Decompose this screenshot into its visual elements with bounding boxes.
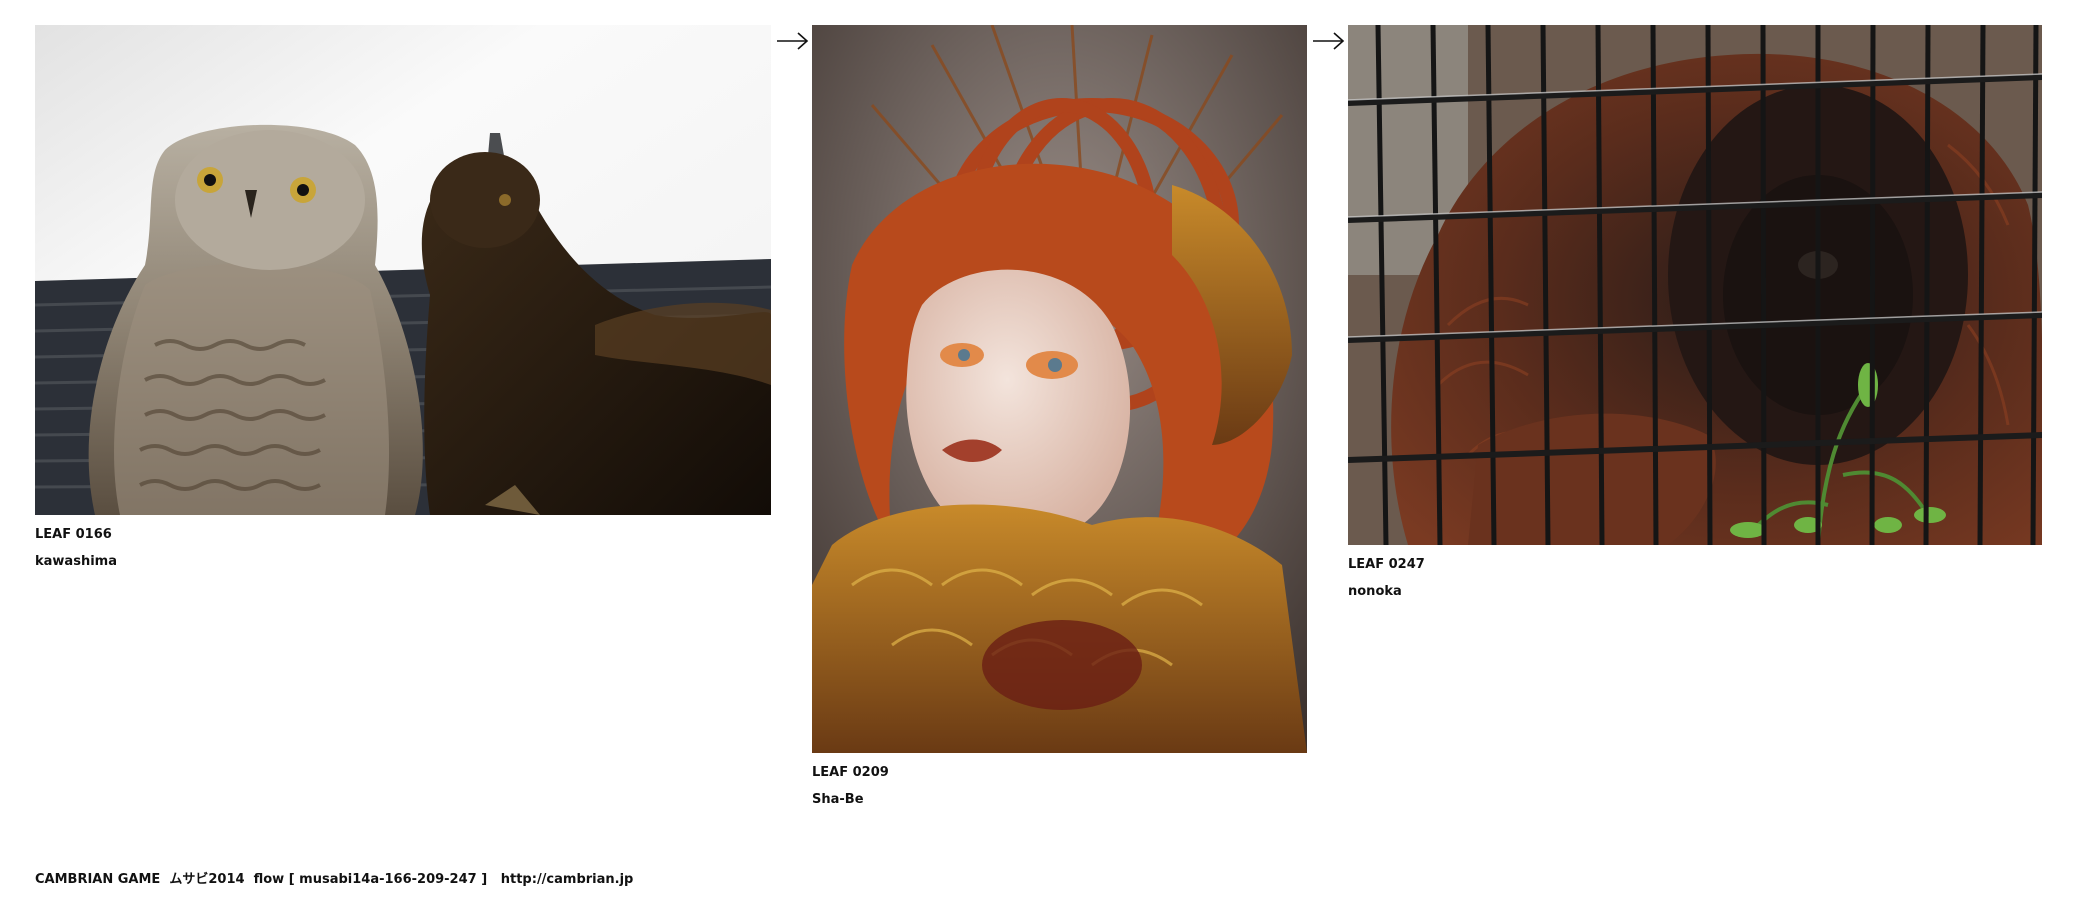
leaf-id: LEAF 0247 bbox=[1348, 557, 1425, 572]
leaf-card-2: LEAF 0209 Sha-Be bbox=[812, 25, 1307, 808]
feather-portrait-photo bbox=[812, 25, 1307, 753]
leaf-author[interactable]: kawashima bbox=[35, 554, 771, 570]
footer: CAMBRIAN GAME ムサビ2014 flow [ musabi14a-1… bbox=[35, 872, 633, 888]
owl-eagle-photo bbox=[35, 25, 771, 515]
leaf-photo-link-2[interactable] bbox=[812, 25, 1307, 753]
orangutan-cage-photo bbox=[1348, 25, 2042, 545]
leaf-id: LEAF 0166 bbox=[35, 527, 112, 542]
leaf-card-1: LEAF 0166 kawashima bbox=[35, 25, 771, 570]
footer-title: CAMBRIAN GAME ムサビ2014 flow [ musabi14a-1… bbox=[35, 872, 488, 887]
leaf-card-3: LEAF 0247 nonoka bbox=[1348, 25, 2042, 600]
arrow-right-icon bbox=[777, 32, 809, 50]
cambrian-link[interactable]: http://cambrian.jp bbox=[501, 872, 634, 887]
arrow-right-icon bbox=[1313, 32, 1345, 50]
leaf-photo-link-1[interactable] bbox=[35, 25, 771, 515]
leaf-id: LEAF 0209 bbox=[812, 765, 889, 780]
leaf-photo-link-3[interactable] bbox=[1348, 25, 2042, 545]
leaf-author[interactable]: Sha-Be bbox=[812, 792, 1307, 808]
leaf-author[interactable]: nonoka bbox=[1348, 584, 2042, 600]
